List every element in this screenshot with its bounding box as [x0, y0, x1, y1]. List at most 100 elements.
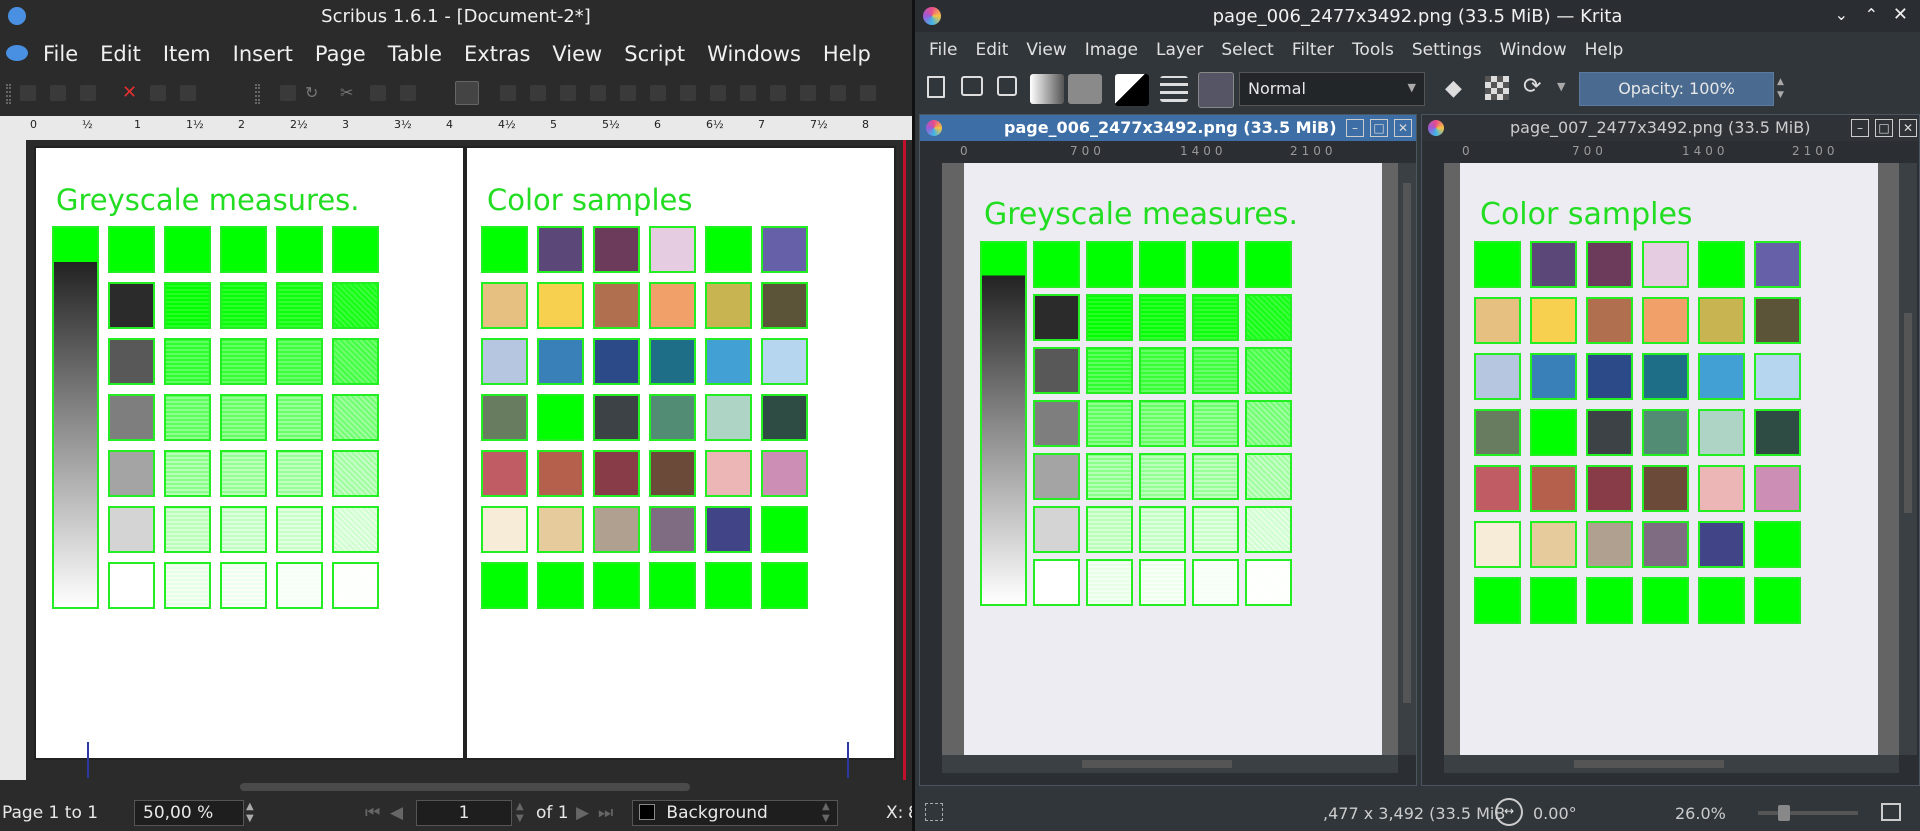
polygon-icon[interactable] [620, 85, 636, 101]
next-page-icon[interactable]: ▶ [576, 803, 589, 823]
mirror-dropdown-icon[interactable]: ▼ [1557, 80, 1565, 93]
fg-bg-color-icon[interactable] [1115, 74, 1149, 106]
zoom-input[interactable]: 50,00 % [134, 800, 244, 826]
pattern-preset-icon[interactable] [1068, 74, 1102, 104]
first-page-icon[interactable]: ⏮ [365, 803, 380, 823]
scrollbar-thumb[interactable] [1574, 760, 1724, 768]
brush-settings-icon[interactable] [1160, 76, 1188, 102]
line-icon[interactable] [680, 85, 696, 101]
new-doc-icon[interactable] [20, 85, 36, 101]
new-document-icon[interactable] [927, 76, 945, 98]
scrollbar-thumb[interactable] [1904, 313, 1912, 513]
k-menu-settings[interactable]: Settings [1403, 40, 1491, 60]
k-vscroll-2[interactable] [1899, 163, 1917, 755]
shape-icon[interactable] [590, 85, 606, 101]
open-icon[interactable] [50, 85, 66, 101]
fit-screen-icon[interactable] [1881, 803, 1901, 821]
sub-close-icon[interactable]: ✕ [1899, 119, 1917, 137]
subwindow-page006[interactable]: page_006_2477x3492.png (33.5 MiB) – □ ✕ … [919, 114, 1417, 786]
k-vscroll-1[interactable] [1398, 163, 1416, 755]
redo-icon[interactable]: ↻ [305, 83, 318, 102]
sub-close-icon[interactable]: ✕ [1394, 119, 1412, 137]
undo-icon[interactable] [280, 85, 296, 101]
page-left[interactable]: Greyscale measures. [34, 146, 465, 778]
preflight-icon[interactable] [180, 85, 196, 101]
opacity-stepper-icon[interactable]: ▲ ▼ [1777, 76, 1784, 102]
prev-page-icon[interactable]: ◀ [390, 803, 403, 823]
k-hscroll-2[interactable] [1444, 755, 1899, 773]
select-tool-icon[interactable] [455, 81, 479, 105]
textframe-icon[interactable] [500, 85, 516, 101]
copy-icon[interactable] [370, 85, 386, 101]
subwindow-page006-titlebar[interactable]: page_006_2477x3492.png (33.5 MiB) – □ ✕ [920, 115, 1416, 141]
freehand-icon[interactable] [740, 85, 756, 101]
selection-icon[interactable] [925, 803, 943, 821]
bezier-icon[interactable] [710, 85, 726, 101]
scribus-hscroll[interactable] [0, 780, 912, 794]
k-menu-view[interactable]: View [1017, 40, 1075, 60]
menu-extras[interactable]: Extras [453, 42, 541, 66]
toolbar-handle[interactable] [6, 84, 11, 104]
imageframe-icon[interactable] [530, 85, 546, 101]
k-canvas-2[interactable]: Color samples [1444, 163, 1899, 755]
page-right[interactable]: Color samples [465, 146, 896, 778]
print-icon[interactable] [150, 85, 166, 101]
subwindow-page007-titlebar[interactable]: page_007_2477x3492.png (33.5 MiB) – □ ✕ [1422, 115, 1919, 141]
zoom-slider[interactable] [1758, 805, 1858, 821]
open-document-icon[interactable] [961, 76, 983, 96]
cut-icon[interactable]: ✂ [340, 83, 353, 102]
k-hscroll-1[interactable] [942, 755, 1398, 773]
k-menu-help[interactable]: Help [1576, 40, 1633, 60]
gradient-preset-icon[interactable] [1030, 74, 1064, 104]
zoom-stepper-icon[interactable]: ▲ ▼ [246, 801, 254, 825]
zoom-icon[interactable] [800, 85, 816, 101]
minimize-icon[interactable]: ⌄ [1835, 5, 1848, 24]
menu-item[interactable]: Item [152, 42, 222, 66]
link-frames-icon[interactable] [860, 85, 876, 101]
reload-preset-icon[interactable]: ⟳ [1523, 74, 1541, 99]
sub-maximize-icon[interactable]: □ [1370, 119, 1388, 137]
sub-minimize-icon[interactable]: – [1851, 119, 1869, 137]
save-document-icon[interactable] [997, 76, 1017, 96]
k-menu-filter[interactable]: Filter [1283, 40, 1343, 60]
paste-icon[interactable] [400, 85, 416, 101]
scrollbar-thumb[interactable] [240, 783, 690, 791]
brush-preset-icon[interactable] [1198, 72, 1234, 108]
sub-maximize-icon[interactable]: □ [1875, 119, 1893, 137]
menu-insert[interactable]: Insert [222, 42, 304, 66]
menu-page[interactable]: Page [304, 42, 377, 66]
k-canvas-1[interactable]: Greyscale measures. [942, 163, 1398, 755]
k-menu-file[interactable]: File [915, 40, 966, 60]
arc-icon[interactable] [650, 85, 666, 101]
maximize-icon[interactable]: ⌃ [1865, 5, 1878, 24]
layer-select[interactable]: Background [632, 800, 838, 826]
menu-view[interactable]: View [541, 42, 613, 66]
last-page-icon[interactable]: ⏭ [598, 803, 613, 823]
rotate-icon[interactable] [770, 85, 786, 101]
k-menu-layer[interactable]: Layer [1147, 40, 1212, 60]
rotation-icon[interactable]: ↔ [1495, 798, 1523, 826]
menu-windows[interactable]: Windows [696, 42, 812, 66]
scrollbar-thumb[interactable] [1082, 760, 1232, 768]
edit-contents-icon[interactable] [830, 85, 846, 101]
page-number-input[interactable]: 1 [416, 800, 512, 826]
table-icon[interactable] [560, 85, 576, 101]
close-icon[interactable]: ✕ [1893, 4, 1908, 25]
opacity-slider[interactable]: Opacity: 100% [1579, 72, 1774, 106]
page-stepper-icon[interactable]: ▲ ▼ [516, 801, 524, 825]
menu-file[interactable]: File [32, 42, 89, 66]
scrollbar-thumb[interactable] [1403, 183, 1411, 703]
zoom-slider-handle[interactable] [1778, 805, 1790, 821]
alpha-lock-icon[interactable] [1485, 76, 1509, 100]
close-doc-icon[interactable]: ✕ [122, 82, 137, 103]
scribus-canvas[interactable]: Greyscale measures. Color samples [26, 140, 912, 780]
toolbar-handle-2[interactable] [255, 84, 260, 104]
sub-minimize-icon[interactable]: – [1346, 119, 1364, 137]
blend-mode-select[interactable]: Normal ▼ [1239, 72, 1425, 106]
menu-script[interactable]: Script [613, 42, 696, 66]
menu-help[interactable]: Help [812, 42, 882, 66]
menu-table[interactable]: Table [377, 42, 453, 66]
k-menu-image[interactable]: Image [1076, 40, 1147, 60]
k-menu-select[interactable]: Select [1212, 40, 1282, 60]
layer-dropdown-icon[interactable]: ▲ ▼ [822, 801, 830, 825]
